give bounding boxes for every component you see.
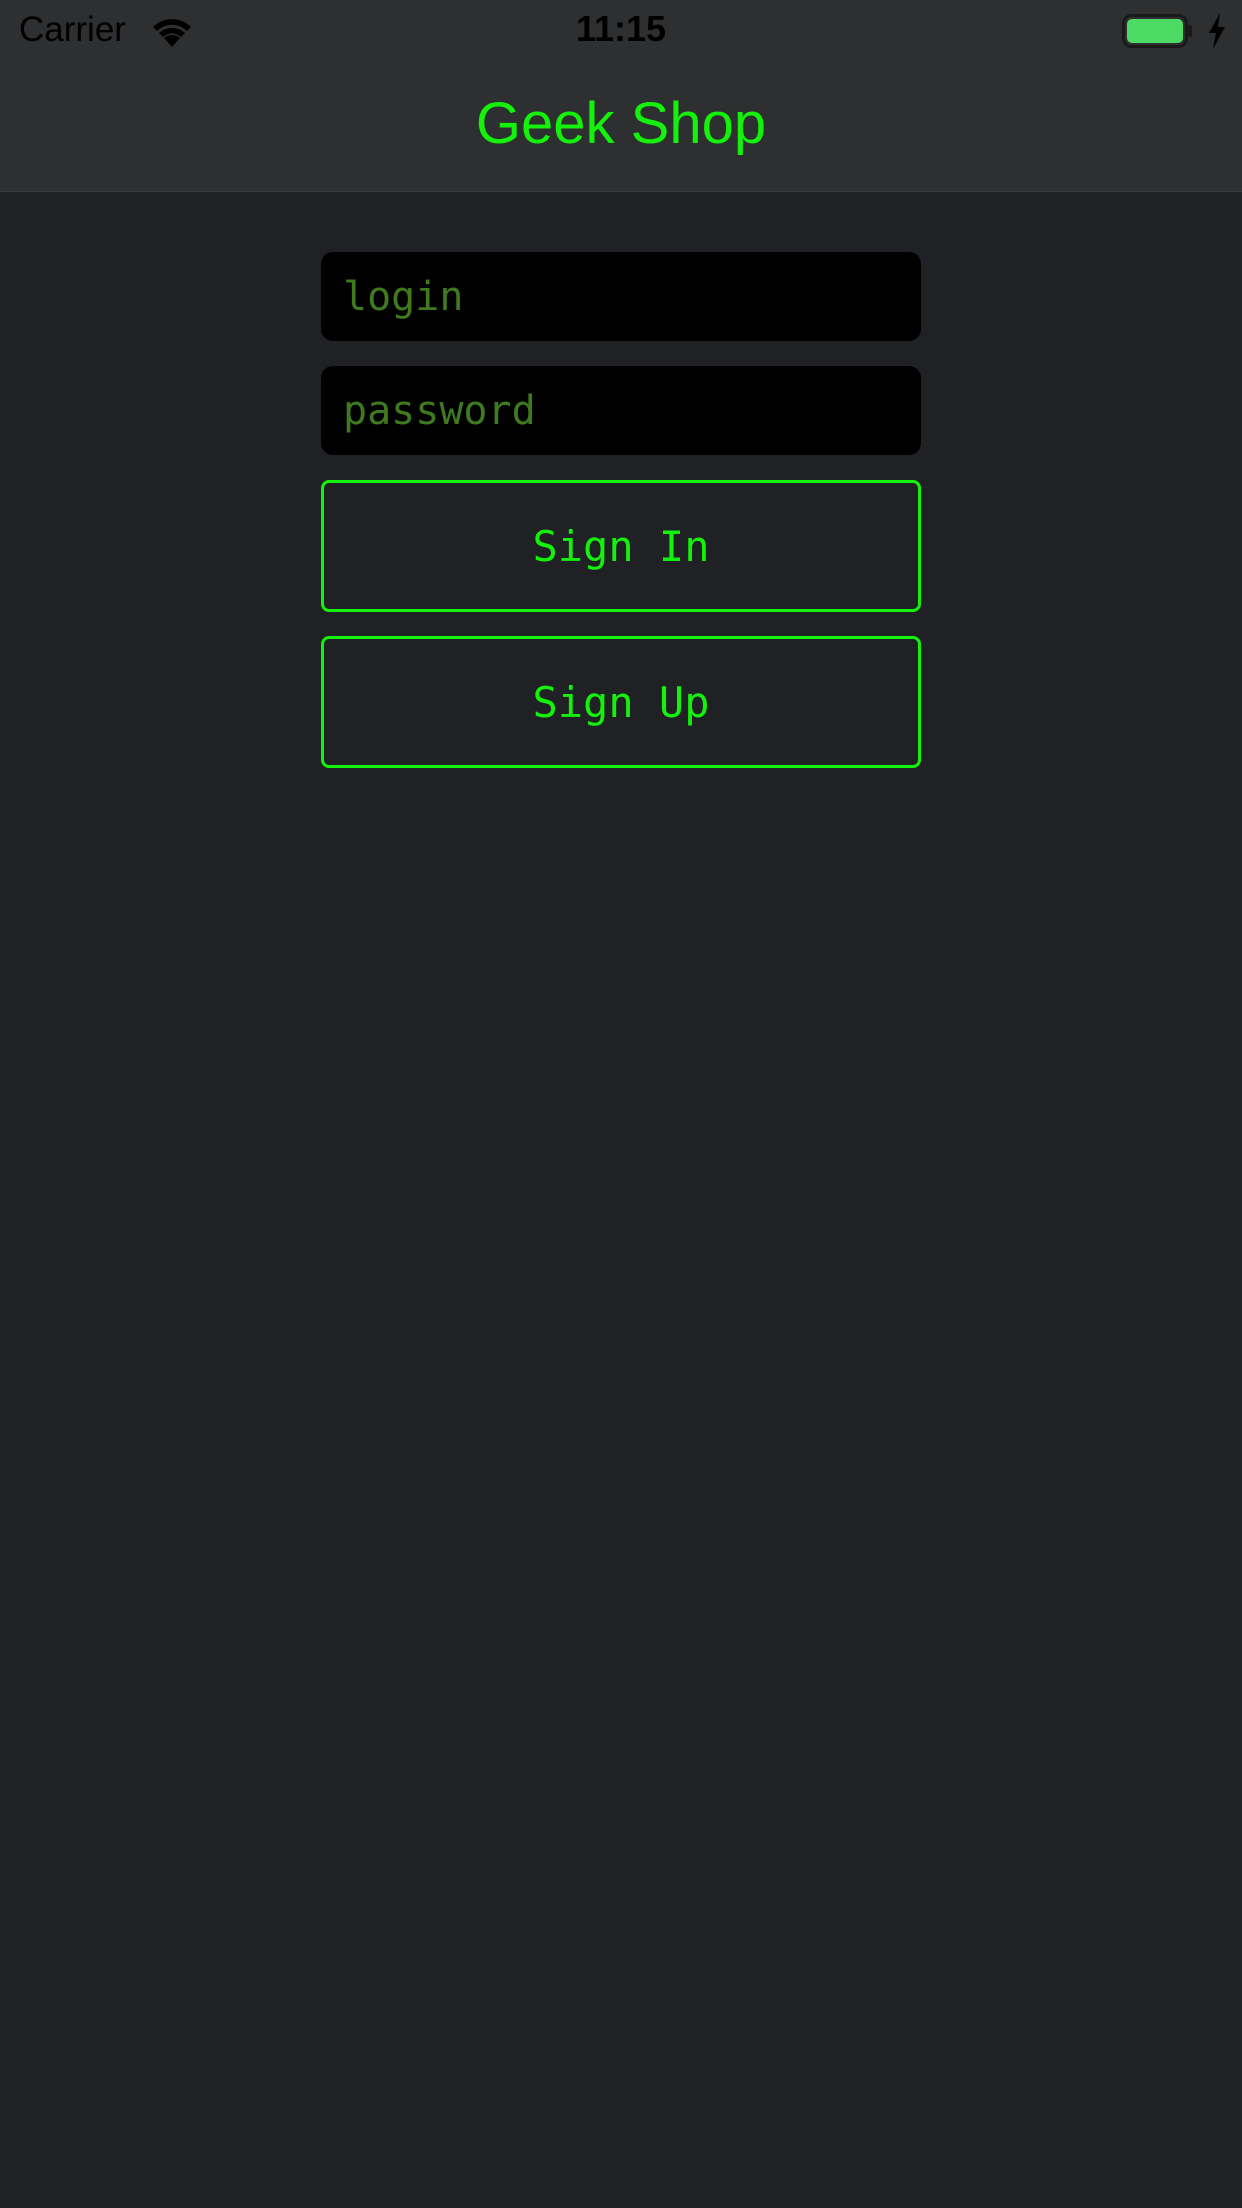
charging-bolt-icon (1209, 13, 1225, 49)
sign-up-button[interactable]: Sign Up (321, 636, 921, 768)
navigation-bar: Geek Shop (0, 62, 1242, 192)
status-time: 11:15 (575, 8, 667, 49)
password-field[interactable] (321, 366, 921, 455)
sign-in-button[interactable]: Sign In (321, 480, 921, 612)
login-field[interactable] (321, 252, 921, 341)
battery-icon (1122, 14, 1192, 48)
status-bar: Carrier 11:15 (0, 0, 1242, 62)
page-title: Geek Shop (475, 91, 767, 156)
